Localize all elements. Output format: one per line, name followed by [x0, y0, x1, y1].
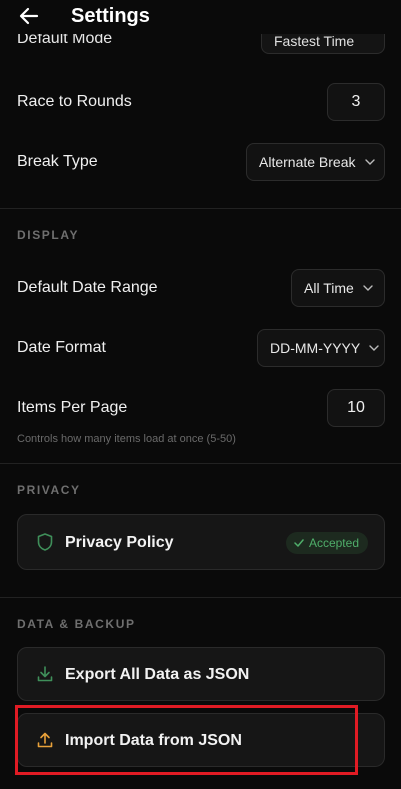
settings-screen: Default Mode Fastest Time Settings Race …	[0, 0, 401, 789]
date-format-row: Date Format DD-MM-YYYY	[0, 329, 401, 367]
default-mode-value: Fastest Time	[274, 33, 355, 49]
break-type-select[interactable]: Alternate Break	[246, 143, 385, 181]
date-format-select[interactable]: DD-MM-YYYY	[257, 329, 385, 367]
export-data-label: Export All Data as JSON	[65, 666, 250, 683]
date-range-row: Default Date Range All Time	[0, 269, 401, 307]
import-data-label: Import Data from JSON	[65, 732, 242, 749]
header: Settings	[0, 0, 401, 34]
page-title: Settings	[71, 5, 150, 27]
items-per-page-hint: Controls how many items load at once (5-…	[17, 433, 236, 445]
date-format-value: DD-MM-YYYY	[270, 340, 361, 356]
arrow-left-icon	[19, 7, 39, 25]
date-range-value: All Time	[304, 280, 354, 296]
export-data-button[interactable]: Export All Data as JSON	[17, 647, 385, 701]
break-type-row: Break Type Alternate Break	[0, 143, 401, 181]
privacy-section-title: PRIVACY	[17, 483, 81, 497]
date-format-label: Date Format	[17, 339, 106, 356]
status-badge: Accepted	[285, 532, 368, 554]
data-backup-section-title: DATA & BACKUP	[17, 617, 136, 631]
divider	[0, 463, 401, 464]
divider	[0, 597, 401, 598]
chevron-down-icon	[363, 285, 373, 291]
race-to-rounds-input[interactable]: 3	[327, 83, 385, 121]
upload-icon	[37, 732, 53, 748]
display-section-title: DISPLAY	[17, 228, 80, 242]
chevron-down-icon	[369, 345, 379, 351]
date-range-label: Default Date Range	[17, 279, 158, 296]
items-per-page-row: Items Per Page 10	[0, 389, 401, 427]
date-range-select[interactable]: All Time	[291, 269, 385, 307]
chevron-down-icon	[364, 159, 375, 165]
shield-icon	[37, 533, 53, 551]
download-icon	[37, 666, 53, 682]
break-type-label: Break Type	[17, 153, 98, 170]
privacy-policy-card[interactable]: Privacy Policy Accepted	[17, 514, 385, 570]
privacy-policy-label: Privacy Policy	[65, 534, 174, 551]
back-button[interactable]	[16, 3, 42, 29]
check-icon	[294, 539, 304, 547]
import-data-button[interactable]: Import Data from JSON	[17, 713, 385, 767]
break-type-value: Alternate Break	[259, 154, 356, 170]
items-per-page-label: Items Per Page	[17, 399, 128, 416]
divider	[0, 208, 401, 209]
status-badge-label: Accepted	[308, 536, 359, 550]
items-per-page-input[interactable]: 10	[327, 389, 385, 427]
race-to-rounds-label: Race to Rounds	[17, 93, 132, 110]
race-to-rounds-row: Race to Rounds 3	[0, 83, 401, 121]
